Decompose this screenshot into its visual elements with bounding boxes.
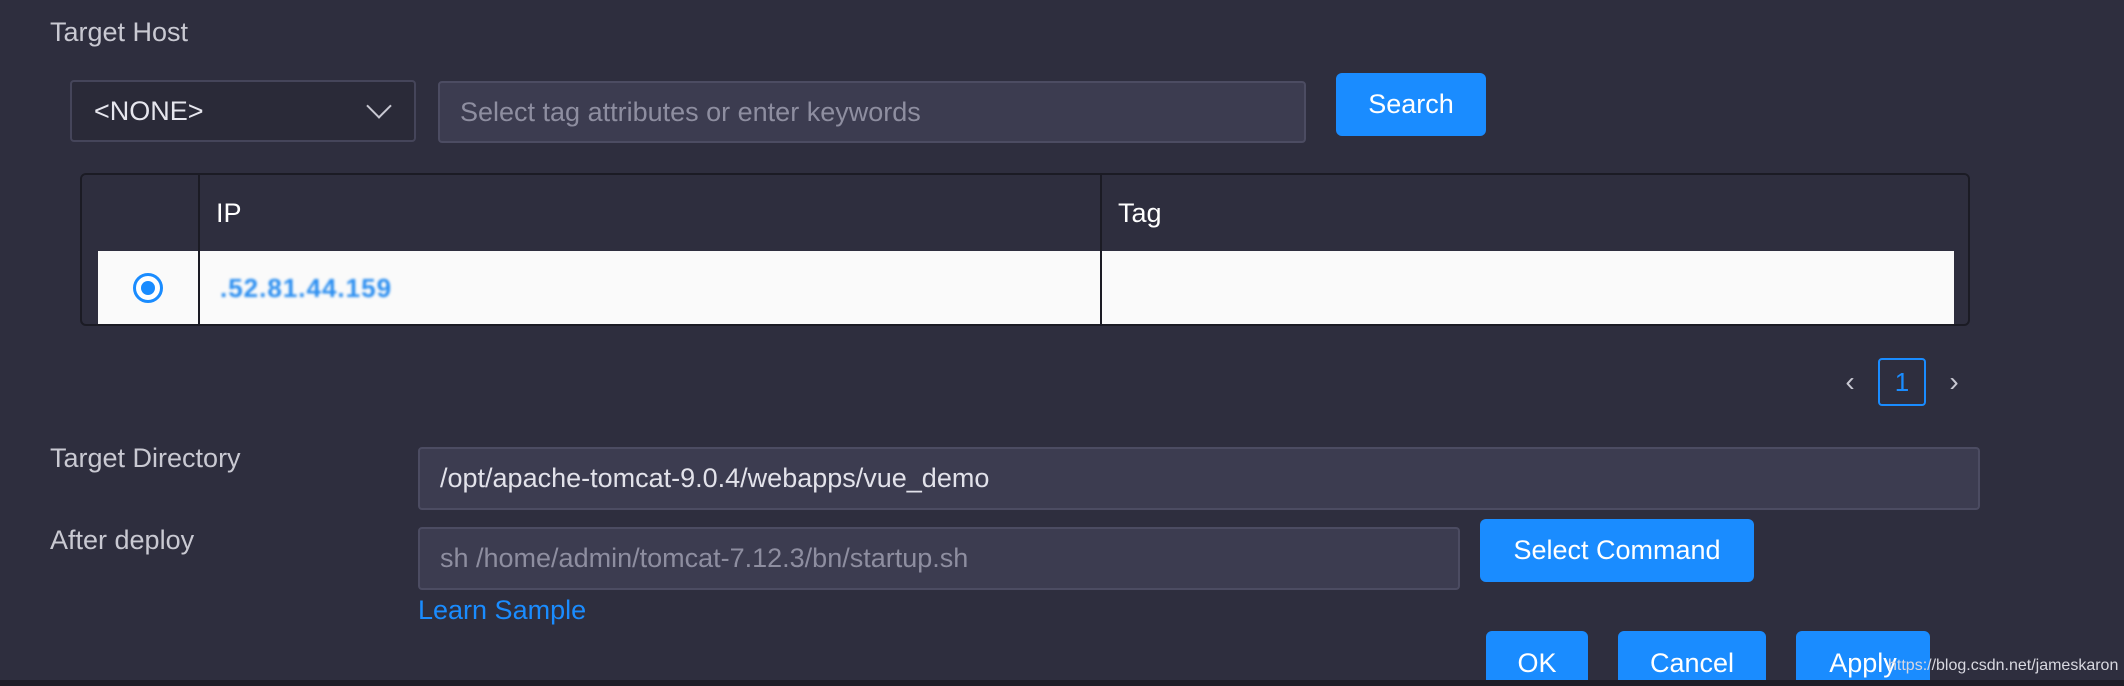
chevron-left-icon[interactable]: ‹: [1830, 366, 1870, 398]
row-select-cell: [98, 251, 200, 324]
tag-cell: [1102, 251, 1954, 324]
ip-cell: .52.81.44.159: [200, 251, 1102, 324]
tag-column-header: Tag: [1118, 197, 1162, 228]
search-button[interactable]: Search: [1336, 73, 1486, 136]
cancel-button[interactable]: Cancel: [1618, 631, 1766, 686]
after-deploy-command-input[interactable]: [418, 527, 1460, 590]
chevron-down-icon: [366, 93, 392, 119]
bottom-divider: [0, 680, 2124, 686]
table-header: IP Tag: [82, 175, 1968, 251]
pagination: ‹ 1 ›: [1830, 358, 1974, 406]
host-group-select[interactable]: <NONE>: [70, 80, 416, 142]
ip-column-header: IP: [200, 175, 1102, 251]
after-deploy-label: After deploy: [50, 525, 195, 555]
chevron-right-icon[interactable]: ›: [1934, 366, 1974, 398]
table-row[interactable]: .52.81.44.159: [98, 251, 1954, 324]
page-number-button[interactable]: 1: [1878, 358, 1926, 406]
row-radio-button[interactable]: [133, 273, 163, 303]
ip-value: .52.81.44.159: [220, 272, 393, 303]
deploy-settings-panel: Target Host <NONE> Search IP Tag .52.81.…: [0, 0, 2124, 686]
target-host-label: Target Host: [50, 17, 189, 47]
select-column-header: [82, 175, 200, 251]
watermark-text: https://blog.csdn.net/jameskaron: [1888, 657, 2119, 674]
ok-button[interactable]: OK: [1486, 631, 1588, 686]
target-directory-input[interactable]: [418, 447, 1980, 510]
target-directory-label: Target Directory: [50, 443, 241, 473]
select-command-button[interactable]: Select Command: [1480, 519, 1754, 582]
host-table: IP Tag .52.81.44.159: [80, 173, 1970, 326]
host-search-input[interactable]: [438, 81, 1306, 143]
radio-selected-dot: [141, 281, 155, 295]
learn-sample-link[interactable]: Learn Sample: [418, 595, 586, 626]
host-group-select-value: <NONE>: [94, 95, 204, 126]
